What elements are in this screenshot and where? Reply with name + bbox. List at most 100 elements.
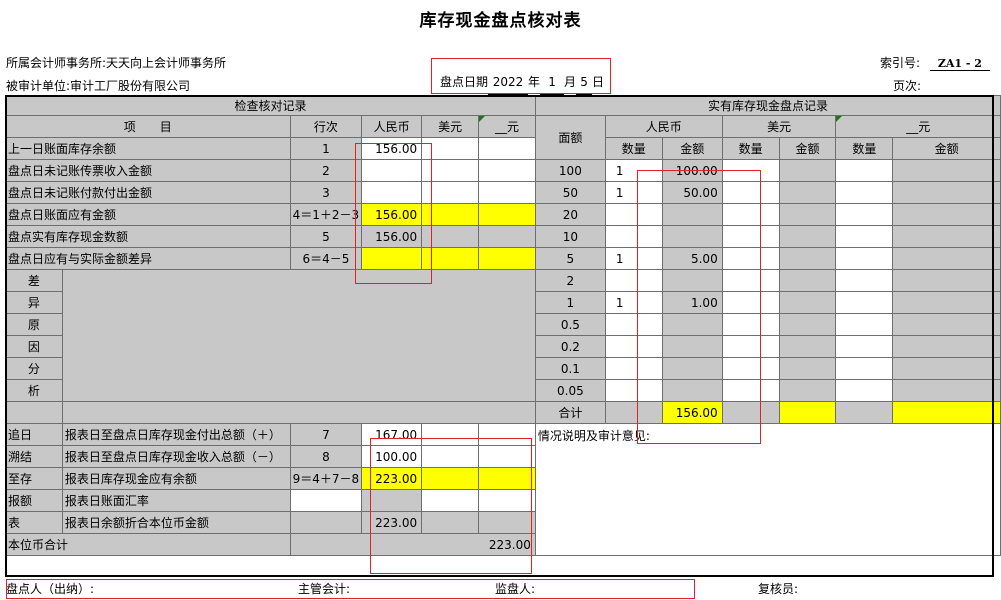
trace-row-5-rmb: 223.00 [361, 511, 423, 534]
trace-row-1-rmb[interactable]: 167.00 [361, 423, 423, 446]
trace-row-1-other[interactable] [478, 423, 536, 446]
qty-0-5[interactable] [604, 313, 663, 336]
index-value: ZA1 - 2 [929, 57, 990, 71]
other-qty-0-2[interactable] [835, 335, 894, 358]
date-label: 盘点日期 [440, 75, 489, 89]
check-row-1-item: 上一日账面库存余额 [5, 137, 291, 160]
audit-firm-line: 所属会计师事务所:天天向上会计师事务所 [6, 54, 226, 71]
remarks-label: 情况说明及审计意见: [537, 429, 650, 443]
other-qty-0-5[interactable] [835, 313, 894, 336]
entity-label: 被审计单位: [6, 79, 71, 93]
reviewer-signature: 复核员: [758, 579, 798, 600]
qty-0-05[interactable] [604, 379, 663, 402]
other-qty-5[interactable] [835, 247, 894, 270]
amt-header-usd: 金额 [778, 137, 837, 160]
usd-qty-10[interactable] [721, 225, 780, 248]
trace-row-4-item: 报表日账面汇率 [61, 489, 291, 512]
other-qty-10[interactable] [835, 225, 894, 248]
check-row-2-usd[interactable] [421, 159, 480, 182]
counter-label: 盘点人（出纳）: [6, 582, 95, 596]
denom-50: 50 [534, 181, 606, 204]
qty-2[interactable] [604, 269, 663, 292]
usd-qty-50[interactable] [721, 181, 780, 204]
usd-qty-0-05[interactable] [721, 379, 780, 402]
col-usd-header: 美元 [421, 115, 480, 138]
cash-count-table: 检查核对记录 实有库存现金盘点记录 项 目 行次 人民币 美元 __元 面额 人… [5, 95, 1001, 556]
usd-qty-0-2[interactable] [721, 335, 780, 358]
usd-amt-10 [778, 225, 837, 248]
trace-row-4-usd[interactable] [421, 489, 480, 512]
check-row-3-rmb[interactable] [361, 181, 423, 204]
trace-row-2-usd[interactable] [421, 445, 480, 468]
check-row-6-item: 盘点日应有与实际金额差异 [5, 247, 291, 270]
qty-0-2[interactable] [604, 335, 663, 358]
amt-0-1 [661, 357, 723, 380]
year-unit: 年 [528, 75, 541, 89]
check-row-6-other [478, 247, 536, 270]
amt-20 [661, 203, 723, 226]
other-qty-0-05[interactable] [835, 379, 894, 402]
usd-qty-2[interactable] [721, 269, 780, 292]
trace-row-4-other[interactable] [478, 489, 536, 512]
other-qty-50[interactable] [835, 181, 894, 204]
check-section-title: 检查核对记录 [5, 95, 536, 116]
check-row-3-other[interactable] [478, 181, 536, 204]
diff-reason-area[interactable] [61, 269, 536, 402]
trace-row-2-rmb[interactable]: 100.00 [361, 445, 423, 468]
check-row-1-usd[interactable] [421, 137, 480, 160]
date-year: 2022 [488, 70, 529, 95]
diff-reason-area-tail[interactable] [61, 401, 536, 424]
trace-row-4-rmb [361, 489, 423, 512]
page-label: 页次: [893, 79, 922, 93]
usd-qty-0-1[interactable] [721, 357, 780, 380]
trace-row-2-other[interactable] [478, 445, 536, 468]
check-row-2-rmb[interactable] [361, 159, 423, 182]
denom-100: 100 [534, 159, 606, 182]
denom-5: 5 [534, 247, 606, 270]
check-row-1-rmb[interactable]: 156.00 [361, 137, 423, 160]
usd-qty-20[interactable] [721, 203, 780, 226]
check-row-3-usd[interactable] [421, 181, 480, 204]
count-total-rmb-qty [604, 401, 663, 424]
diff-reason-char-1: 差 [5, 269, 63, 292]
qty-20[interactable] [604, 203, 663, 226]
check-row-4-other [478, 203, 536, 226]
other-amt-1 [892, 291, 1001, 314]
reviewer-label: 复核员: [758, 582, 799, 596]
qty-10[interactable] [604, 225, 663, 248]
usd-qty-1[interactable] [721, 291, 780, 314]
trace-row-3-rmb: 223.00 [361, 467, 423, 490]
col-rmb-header: 人民币 [361, 115, 423, 138]
count-total-usd-qty [721, 401, 780, 424]
audited-entity-line: 被审计单位:审计工厂股份有限公司 [6, 77, 190, 94]
firm-label: 所属会计师事务所: [6, 56, 107, 70]
remarks-area[interactable]: 情况说明及审计意见: [534, 423, 1001, 556]
count-other-header: __元 [835, 115, 1001, 138]
qty-5[interactable]: 1 [604, 247, 663, 270]
other-qty-0-1[interactable] [835, 357, 894, 380]
other-qty-20[interactable] [835, 203, 894, 226]
diff-reason-char-2: 异 [5, 291, 63, 314]
check-row-4-line: 4＝1＋2－3 [289, 203, 363, 226]
trace-row-1-usd[interactable] [421, 423, 480, 446]
usd-qty-5[interactable] [721, 247, 780, 270]
count-usd-header: 美元 [721, 115, 837, 138]
other-qty-100[interactable] [835, 159, 894, 182]
qty-0-1[interactable] [604, 357, 663, 380]
other-qty-1[interactable] [835, 291, 894, 314]
check-row-3-line: 3 [289, 181, 363, 204]
amt-50: 50.00 [661, 181, 723, 204]
month-unit: 月 [564, 75, 577, 89]
usd-qty-0-5[interactable] [721, 313, 780, 336]
amt-0-5 [661, 313, 723, 336]
qty-50[interactable]: 1 [604, 181, 663, 204]
entity-name: 审计工厂股份有限公司 [70, 79, 191, 93]
qty-100[interactable]: 1 [604, 159, 663, 182]
qty-1[interactable]: 1 [604, 291, 663, 314]
other-qty-2[interactable] [835, 269, 894, 292]
check-row-1-other[interactable] [478, 137, 536, 160]
other-amt-0-5 [892, 313, 1001, 336]
other-amt-0-05 [892, 379, 1001, 402]
usd-qty-100[interactable] [721, 159, 780, 182]
check-row-2-other[interactable] [478, 159, 536, 182]
